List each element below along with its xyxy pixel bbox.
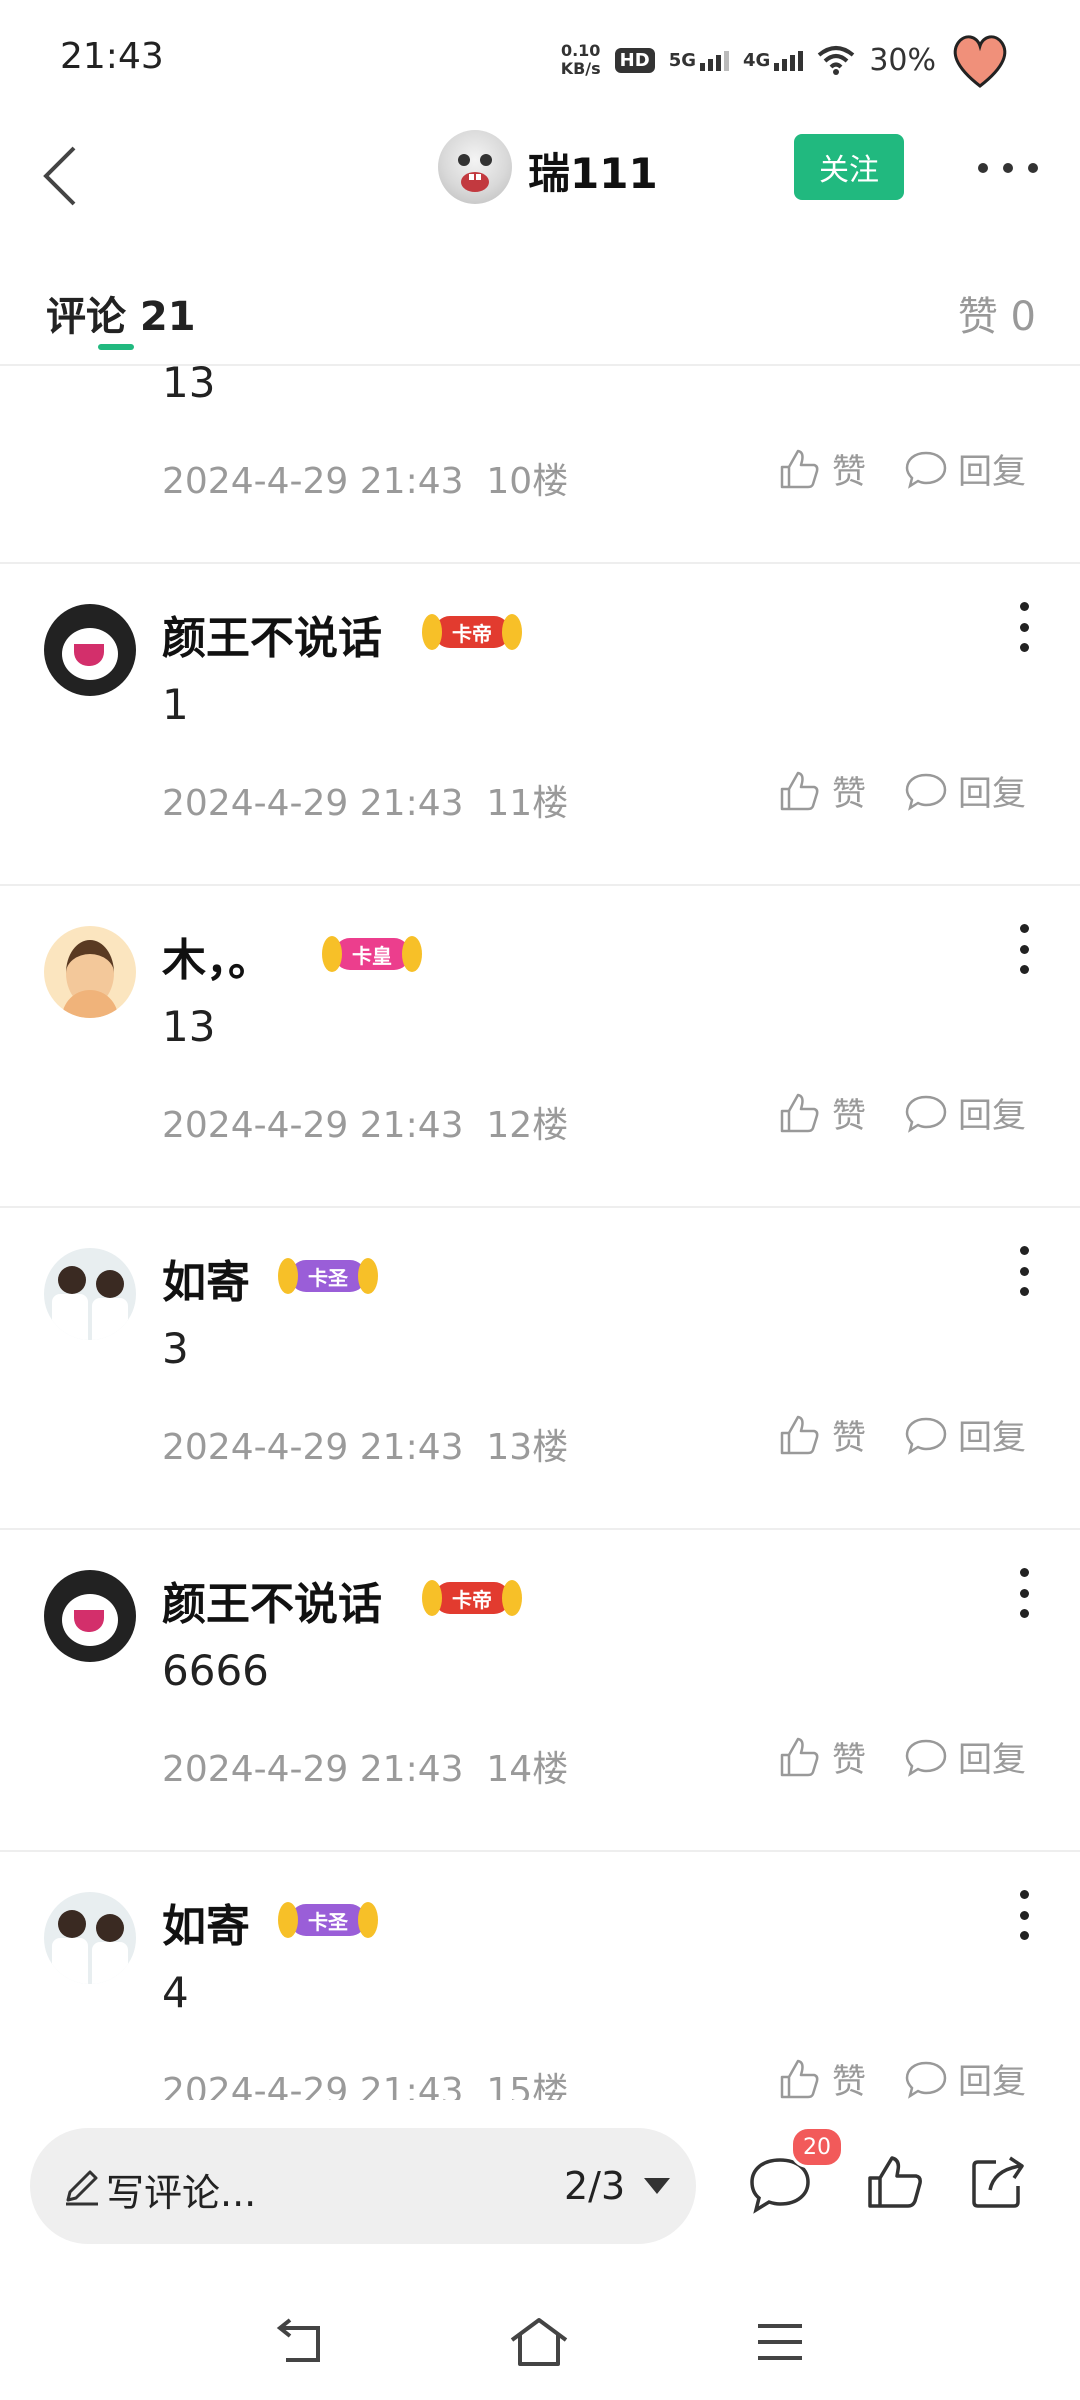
- user-name[interactable]: 颜王不说话: [162, 1568, 382, 1632]
- user-avatar[interactable]: [44, 926, 136, 1018]
- author-name[interactable]: 瑞111: [528, 140, 658, 201]
- comment-input-bar: 写评论... 2/3 20: [0, 2100, 1080, 2280]
- signal-5g-icon: 5G: [669, 50, 729, 71]
- battery-level: 30%: [869, 42, 936, 78]
- status-time: 21:43: [60, 36, 164, 77]
- signal-4g-icon: 4G: [743, 50, 804, 71]
- tab-comments[interactable]: 评论 21: [46, 284, 196, 342]
- comment-meta: 2024-4-29 21:43 13楼: [162, 1427, 569, 1468]
- comment-more-icon[interactable]: [1014, 924, 1034, 974]
- speech-bubble-icon: [905, 2061, 947, 2099]
- comment-item: 颜王不说话 卡帝 1 2024-4-29 21:43 11楼 赞 回复: [0, 562, 1080, 886]
- like-button[interactable]: 赞: [776, 766, 866, 815]
- speech-bubble-icon: [905, 773, 947, 811]
- tab-likes[interactable]: 赞 0: [958, 284, 1036, 342]
- page-indicator[interactable]: 2/3: [564, 2164, 625, 2208]
- reply-button[interactable]: 回复: [904, 1410, 1026, 1459]
- thumbs-up-icon: [780, 1737, 819, 1776]
- back-arrow-icon[interactable]: [24, 136, 104, 216]
- network-speed: 0.10 KB/s: [560, 41, 601, 78]
- comment-more-icon[interactable]: [1014, 1246, 1034, 1296]
- status-bar: 21:43 0.10 KB/s HD 5G 4G 30%: [0, 0, 1080, 118]
- comment-item: 木，。 卡皇 13 2024-4-29 21:43 12楼 赞 回复: [0, 884, 1080, 1208]
- like-button[interactable]: 赞: [776, 444, 866, 493]
- like-button[interactable]: 赞: [776, 1732, 866, 1781]
- status-icons: 0.10 KB/s HD 5G 4G 30%: [561, 30, 1010, 90]
- level-badge: 卡帝: [422, 612, 522, 652]
- reply-button[interactable]: 回复: [904, 1732, 1026, 1781]
- user-avatar[interactable]: [44, 604, 136, 696]
- comment-list[interactable]: 13 2024-4-29 21:43 10楼 赞 回复 颜王不说话 卡帝 1 2…: [0, 364, 1080, 2100]
- user-name[interactable]: 颜王不说话: [162, 602, 382, 666]
- thumbs-up-icon: [780, 771, 819, 810]
- hd-icon: HD: [614, 47, 655, 73]
- write-comment-input[interactable]: 写评论... 2/3: [30, 2128, 696, 2244]
- wifi-icon: [818, 46, 855, 75]
- comment-text: 1: [162, 680, 189, 729]
- author-avatar[interactable]: [438, 130, 512, 204]
- speech-bubble-icon: [905, 1417, 947, 1455]
- level-badge: 卡帝: [422, 1578, 522, 1618]
- comment-text: 13: [162, 1002, 216, 1051]
- comment-meta: 2024-4-29 21:43 12楼: [162, 1105, 569, 1146]
- level-badge: 卡皇: [322, 934, 422, 974]
- comment-more-icon[interactable]: [1014, 1568, 1034, 1618]
- comment-item: 如寄 卡圣 3 2024-4-29 21:43 13楼 赞 回复: [0, 1206, 1080, 1530]
- reply-button[interactable]: 回复: [904, 766, 1026, 815]
- like-button[interactable]: 赞: [776, 1410, 866, 1459]
- user-avatar[interactable]: [44, 1892, 136, 1984]
- comment-item: 13 2024-4-29 21:43 10楼 赞 回复: [0, 364, 1080, 564]
- comment-count-badge: 20: [790, 2126, 844, 2168]
- bunny-face-icon: [458, 154, 492, 192]
- nav-home-icon[interactable]: [508, 2314, 570, 2370]
- system-nav-bar: [0, 2280, 1080, 2400]
- level-badge: 卡圣: [278, 1256, 378, 1296]
- comment-meta: 2024-4-29 21:43 14楼: [162, 1749, 569, 1790]
- user-avatar[interactable]: [44, 1248, 136, 1340]
- reply-button[interactable]: 回复: [904, 444, 1026, 493]
- user-avatar[interactable]: [44, 1570, 136, 1662]
- user-name[interactable]: 如寄: [162, 1246, 250, 1310]
- like-button[interactable]: 赞: [776, 1088, 866, 1137]
- comment-tabs: 评论 21 赞 0: [0, 262, 1080, 366]
- pencil-icon: [66, 2170, 98, 2206]
- speech-bubble-icon: [905, 1095, 947, 1133]
- post-header: 瑞111 关注: [0, 118, 1080, 238]
- dropdown-caret-icon[interactable]: [644, 2178, 670, 2194]
- user-name[interactable]: 木，。: [162, 924, 272, 988]
- comment-meta: 2024-4-29 21:43 10楼: [162, 461, 569, 502]
- comment-text: 13: [162, 364, 216, 407]
- heart-icon: [953, 35, 1007, 88]
- comment-item: 如寄 卡圣 4 2024-4-29 21:43 15楼 赞 回复: [0, 1850, 1080, 2100]
- like-button[interactable]: 赞: [776, 2054, 866, 2100]
- comment-meta: 2024-4-29 21:43 11楼: [162, 783, 569, 824]
- nav-menu-icon[interactable]: [754, 2320, 806, 2364]
- comment-text: 6666: [162, 1646, 269, 1695]
- active-tab-indicator: [98, 344, 134, 350]
- more-options-icon[interactable]: [978, 148, 1038, 188]
- reply-button[interactable]: 回复: [904, 1088, 1026, 1137]
- comment-meta: 2024-4-29 21:43 15楼: [162, 2071, 569, 2100]
- speech-bubble-icon: [905, 451, 947, 489]
- thumbs-up-icon[interactable]: [864, 2152, 924, 2212]
- thumbs-up-icon: [780, 1415, 819, 1454]
- reply-button[interactable]: 回复: [904, 2054, 1026, 2100]
- share-icon[interactable]: [968, 2152, 1028, 2212]
- comment-more-icon[interactable]: [1014, 602, 1034, 652]
- nav-back-icon[interactable]: [272, 2316, 328, 2368]
- write-comment-placeholder: 写评论...: [106, 2171, 257, 2215]
- comment-item: 颜王不说话 卡帝 6666 2024-4-29 21:43 14楼 赞 回复: [0, 1528, 1080, 1852]
- follow-button[interactable]: 关注: [794, 134, 904, 200]
- comment-text: 4: [162, 1968, 189, 2017]
- comment-text: 3: [162, 1324, 189, 1373]
- speech-bubble-icon: [905, 1739, 947, 1777]
- thumbs-up-icon: [780, 1093, 819, 1132]
- level-badge: 卡圣: [278, 1900, 378, 1940]
- thumbs-up-icon: [780, 449, 819, 488]
- thumbs-up-icon: [780, 2059, 819, 2098]
- comment-more-icon[interactable]: [1014, 1890, 1034, 1940]
- user-name[interactable]: 如寄: [162, 1890, 250, 1954]
